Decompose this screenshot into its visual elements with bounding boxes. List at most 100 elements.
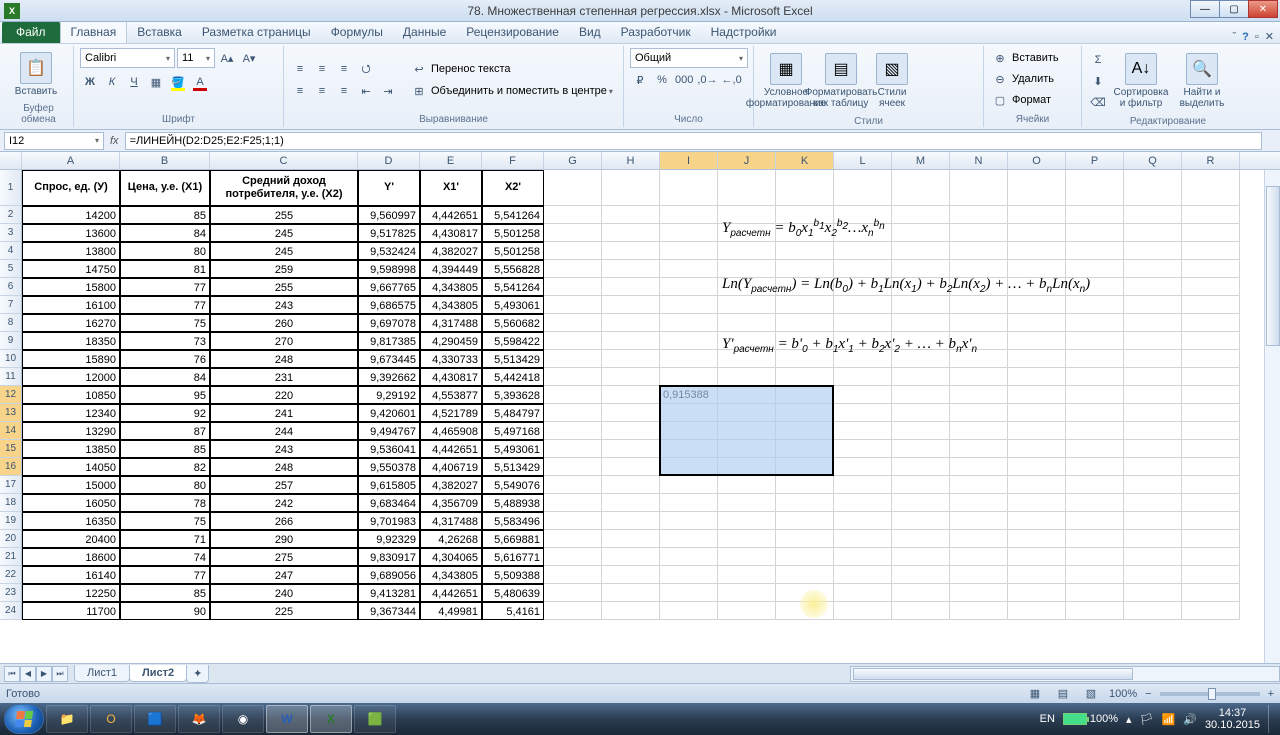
cell[interactable]	[544, 278, 602, 296]
cell[interactable]	[834, 368, 892, 386]
cell[interactable]: 12250	[22, 584, 120, 602]
cell[interactable]	[602, 512, 660, 530]
cell[interactable]: 243	[210, 440, 358, 458]
cell[interactable]	[1066, 422, 1124, 440]
cell[interactable]	[602, 350, 660, 368]
cell[interactable]	[1066, 332, 1124, 350]
name-box[interactable]: I12▾	[4, 132, 104, 150]
taskbar-explorer[interactable]: 📁	[46, 705, 88, 733]
cell[interactable]: 5,513429	[482, 350, 544, 368]
italic-button[interactable]: К	[102, 72, 122, 92]
cell[interactable]: 225	[210, 602, 358, 620]
close-button[interactable]: ✕	[1248, 0, 1278, 18]
zoom-in-button[interactable]: +	[1268, 688, 1274, 700]
col-header-B[interactable]: B	[120, 152, 210, 169]
cell[interactable]	[602, 584, 660, 602]
taskbar-outlook[interactable]: O	[90, 705, 132, 733]
cell[interactable]: 240	[210, 584, 358, 602]
autosum-icon[interactable]: Σ	[1088, 50, 1108, 70]
cell[interactable]	[1008, 350, 1066, 368]
cell[interactable]	[544, 386, 602, 404]
cell[interactable]	[544, 584, 602, 602]
maximize-button[interactable]: ▢	[1219, 0, 1249, 18]
cell[interactable]: 9,517825	[358, 224, 420, 242]
view-layout-icon[interactable]: ▤	[1053, 684, 1073, 704]
cell[interactable]	[892, 314, 950, 332]
bold-button[interactable]: Ж	[80, 72, 100, 92]
zoom-level[interactable]: 100%	[1109, 688, 1137, 700]
cell[interactable]	[892, 224, 950, 242]
cell[interactable]	[834, 512, 892, 530]
cell[interactable]	[1124, 206, 1182, 224]
cell[interactable]: 5,513429	[482, 458, 544, 476]
cell[interactable]	[718, 548, 776, 566]
cell[interactable]	[1182, 224, 1240, 242]
row-header[interactable]: 5	[0, 260, 22, 278]
cell[interactable]	[1124, 314, 1182, 332]
cell[interactable]	[1066, 404, 1124, 422]
cell-styles-button[interactable]: ▧Стили ячеек	[870, 48, 914, 114]
cell[interactable]: 9,667765	[358, 278, 420, 296]
close-doc-icon[interactable]: ✕	[1265, 30, 1274, 43]
cell[interactable]	[660, 512, 718, 530]
tray-network-icon[interactable]: 📶	[1162, 713, 1176, 726]
cell[interactable]	[834, 242, 892, 260]
cell[interactable]	[1182, 404, 1240, 422]
cell[interactable]	[1124, 404, 1182, 422]
cell[interactable]	[776, 404, 834, 422]
cell[interactable]: 4,356709	[420, 494, 482, 512]
tray-sound-icon[interactable]: 🔊	[1183, 713, 1197, 726]
tray-battery[interactable]: 100%	[1063, 713, 1118, 725]
cell[interactable]	[892, 368, 950, 386]
cell[interactable]	[892, 512, 950, 530]
cell[interactable]	[544, 530, 602, 548]
cell[interactable]	[776, 602, 834, 620]
cell[interactable]: 4,442651	[420, 440, 482, 458]
cell[interactable]	[660, 458, 718, 476]
cell[interactable]	[718, 584, 776, 602]
cell[interactable]	[544, 350, 602, 368]
cell[interactable]: 5,493061	[482, 296, 544, 314]
cell[interactable]	[776, 476, 834, 494]
cell[interactable]: X1'	[420, 170, 482, 206]
fill-icon[interactable]: ⬇	[1088, 71, 1108, 91]
cell[interactable]	[1124, 170, 1182, 206]
view-normal-icon[interactable]: ▦	[1025, 684, 1045, 704]
cell[interactable]: 4,304065	[420, 548, 482, 566]
cell[interactable]	[1008, 530, 1066, 548]
cell[interactable]: 15800	[22, 278, 120, 296]
cell[interactable]	[1124, 386, 1182, 404]
row-header[interactable]: 20	[0, 530, 22, 548]
cell[interactable]	[834, 170, 892, 206]
cell[interactable]	[1182, 314, 1240, 332]
cell[interactable]: 5,393628	[482, 386, 544, 404]
cell[interactable]: 16100	[22, 296, 120, 314]
cell[interactable]: 9,697078	[358, 314, 420, 332]
cell[interactable]: 74	[120, 548, 210, 566]
cell[interactable]: 15000	[22, 476, 120, 494]
cell[interactable]	[1008, 314, 1066, 332]
row-header[interactable]: 1	[0, 170, 22, 206]
cell[interactable]	[602, 260, 660, 278]
cell[interactable]: 75	[120, 512, 210, 530]
cell[interactable]: 5,501258	[482, 242, 544, 260]
cell[interactable]	[718, 404, 776, 422]
cell[interactable]: 9,392662	[358, 368, 420, 386]
cell[interactable]: 95	[120, 386, 210, 404]
taskbar-word[interactable]: W	[266, 705, 308, 733]
cell[interactable]	[544, 314, 602, 332]
cell[interactable]: 80	[120, 242, 210, 260]
cell[interactable]: 5,541264	[482, 206, 544, 224]
col-header-G[interactable]: G	[544, 152, 602, 169]
cell[interactable]: 13800	[22, 242, 120, 260]
cell[interactable]	[1066, 530, 1124, 548]
align-middle-icon[interactable]: ≡	[312, 59, 332, 79]
cell[interactable]	[892, 494, 950, 512]
cell[interactable]: 85	[120, 206, 210, 224]
cell[interactable]	[950, 368, 1008, 386]
cell[interactable]	[660, 278, 718, 296]
cell[interactable]	[950, 296, 1008, 314]
cell[interactable]	[1182, 422, 1240, 440]
cell[interactable]	[1066, 440, 1124, 458]
cell[interactable]: X2'	[482, 170, 544, 206]
